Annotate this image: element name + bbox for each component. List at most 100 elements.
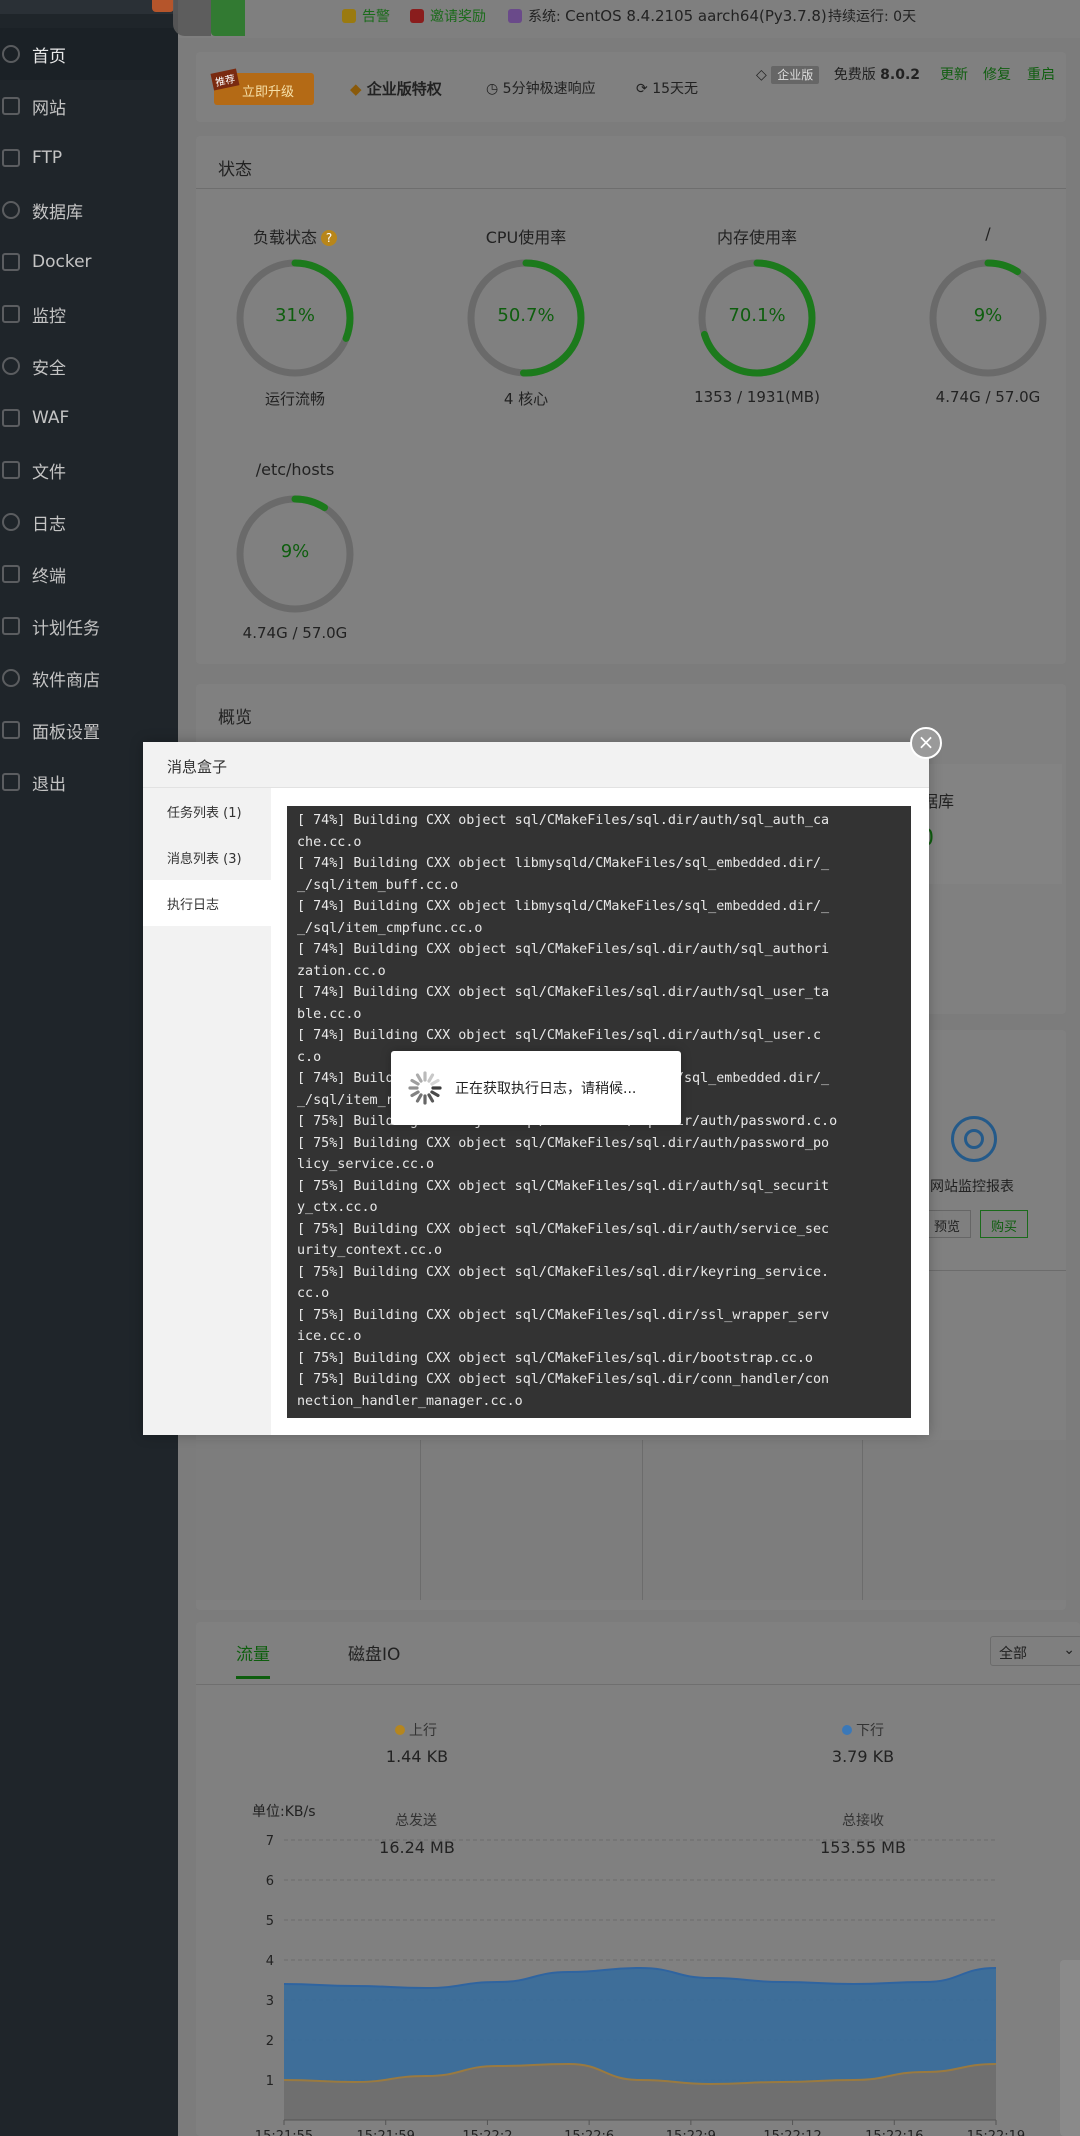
ftp-icon	[2, 149, 20, 167]
gauge-4[interactable]: /etc/hosts 9% 4.74G / 57.0G	[233, 460, 357, 642]
buy-button[interactable]: 购买	[980, 1210, 1028, 1238]
status-divider	[196, 188, 1066, 189]
log-line: licy_service.cc.o	[297, 1157, 435, 1172]
preview-button[interactable]: 预览	[925, 1210, 971, 1238]
folder-icon	[2, 461, 20, 479]
interface-select[interactable]: 全部 ⌄	[990, 1636, 1080, 1666]
sidebar-item-6[interactable]: 安全	[0, 340, 178, 392]
sidebar-item-label: WAF	[32, 408, 70, 428]
sidebar-item-5[interactable]: 监控	[0, 288, 178, 340]
x-tick-label: 15:22:16	[865, 2129, 923, 2136]
enterprise-feature-1: ◷ 5分钟极速响应	[486, 81, 596, 97]
tab-traffic[interactable]: 流量	[236, 1640, 270, 1665]
help-icon[interactable]: ?	[321, 230, 337, 246]
sidebar-item-label: 终端	[32, 566, 66, 587]
sidebar-item-label: 软件商店	[32, 670, 100, 691]
y-tick-label: 6	[266, 1874, 274, 1889]
sidebar-item-label: Docker	[32, 252, 92, 272]
log-line: [ 74%] Building CXX object sql/CMakeFile…	[297, 985, 830, 1000]
spinner-icon	[408, 1071, 442, 1105]
sidebar-item-11[interactable]: 计划任务	[0, 600, 178, 652]
gauge-3[interactable]: / 9% 4.74G / 57.0G	[926, 224, 1050, 406]
database-icon	[2, 201, 20, 219]
sidebar-item-10[interactable]: 终端	[0, 548, 178, 600]
log-line: [ 74%] Building CXX object sql/CMakeFile…	[297, 1028, 822, 1043]
y-tick-label: 3	[266, 1994, 274, 2009]
dialog-close-button[interactable]: ×	[910, 727, 942, 759]
uptime: 持续运行: 0天	[828, 9, 917, 25]
logout-icon	[2, 773, 20, 791]
restart-link[interactable]: 重启	[1027, 64, 1055, 84]
alert-link[interactable]: 告警	[342, 6, 390, 26]
tab-disk-io[interactable]: 磁盘IO	[348, 1640, 400, 1665]
log-icon	[2, 513, 20, 531]
log-line: nection_handler_manager.cc.o	[297, 1393, 523, 1409]
sidebar-item-1[interactable]: 网站	[0, 80, 178, 132]
sidebar-item-label: 数据库	[32, 202, 83, 223]
upload-dot-icon	[395, 1725, 405, 1735]
sidebar-item-8[interactable]: 文件	[0, 444, 178, 496]
gauge-label: /etc/hosts	[255, 460, 335, 479]
y-tick-label: 1	[266, 2074, 274, 2089]
software-grid-row	[196, 1440, 1066, 1600]
chart-unit-label: 单位:KB/s	[252, 1804, 316, 1820]
tab-execution-log[interactable]: 执行日志	[143, 880, 271, 926]
log-line: [ 75%] Building CXX object sql/CMakeFile…	[297, 1221, 830, 1237]
monitor-report-icon[interactable]	[951, 1116, 997, 1162]
sidebar-item-9[interactable]: 日志	[0, 496, 178, 548]
overview-title: 概览	[218, 708, 252, 728]
system-info: 系统: CentOS 8.4.2105 aarch64(Py3.7.8)	[508, 6, 827, 26]
grid-line	[862, 1440, 863, 1600]
x-tick-label: 15:22:6	[564, 2129, 614, 2136]
sidebar-item-4[interactable]: Docker	[0, 236, 178, 288]
spinner-spoke	[430, 1078, 440, 1086]
log-line: [ 74%] Building CXX object libmysqld/CMa…	[297, 899, 830, 914]
gauge-2[interactable]: 内存使用率 70.1% 1353 / 1931(MB)	[694, 228, 820, 406]
y-tick-label: 4	[266, 1954, 274, 1969]
log-line: [ 75%] Building CXX object sql/CMakeFile…	[297, 1178, 830, 1194]
sidebar-item-label: 首页	[32, 46, 66, 67]
gauge-sub: 1353 / 1931(MB)	[694, 388, 820, 406]
gauge-0[interactable]: 负载状态? 31% 运行流畅	[233, 228, 357, 408]
sidebar-item-label: 日志	[32, 514, 66, 535]
sidebar-item-label: 安全	[32, 358, 66, 379]
spinner-spoke	[415, 1073, 423, 1083]
y-tick-label: 2	[266, 2034, 274, 2049]
dialog-title: 消息盒子	[167, 758, 228, 776]
floating-side-widget[interactable]	[1060, 1960, 1080, 2136]
spinner-spoke	[410, 1078, 420, 1086]
gauge-sub: 运行流畅	[264, 390, 325, 408]
tab-traffic-underline	[236, 1676, 270, 1679]
sidebar-item-7[interactable]: WAF	[0, 392, 178, 444]
diamond-icon: ◆	[350, 80, 362, 98]
upgrade-button[interactable]: 推荐 立即升级	[210, 68, 314, 105]
tab-task-list[interactable]: 任务列表 (1)	[143, 788, 271, 834]
invite-link[interactable]: 邀请奖励	[410, 6, 486, 26]
log-line: [ 75%] Building CXX object sql/CMakeFile…	[297, 1264, 830, 1280]
log-line: [ 75%] Building CXX object sql/CMakeFile…	[297, 1350, 813, 1366]
log-line: _/sql/item_cmpfunc.cc.o	[297, 920, 483, 936]
loading-toast: 正在获取执行日志，请稍候...	[391, 1051, 681, 1125]
traffic-chart: 单位:KB/s 1 2 3 4 5 6 7 15:21:55 15:21:59 15:22:2 15:…	[252, 1804, 1025, 2136]
log-line: [ 75%] Building CXX object sql/CMakeFile…	[297, 1372, 830, 1387]
gauge-value: 50.7%	[497, 305, 555, 326]
sidebar-item-2[interactable]: FTP	[0, 132, 178, 184]
sidebar-item-3[interactable]: 数据库	[0, 184, 178, 236]
tab-message-list[interactable]: 消息列表 (3)	[143, 834, 271, 880]
gauge-sub: 4 核心	[503, 390, 549, 408]
sidebar-item-12[interactable]: 软件商店	[0, 652, 178, 704]
gauge-1[interactable]: CPU使用率 50.7% 4 核心	[464, 228, 588, 408]
spinner-spoke	[427, 1093, 435, 1103]
docker-icon	[2, 253, 20, 271]
enterprise-feature-2: ⟳ 15天无	[636, 81, 699, 97]
log-line: zation.cc.o	[297, 963, 386, 979]
sidebar-item-0[interactable]: 首页	[0, 28, 178, 80]
enterprise-feature-title[interactable]: ◆ 企业版特权	[350, 78, 442, 99]
x-tick-label: 15:22:9	[666, 2129, 716, 2136]
dialog-tab-list: 任务列表 (1) 消息列表 (3) 执行日志	[143, 788, 271, 1435]
repair-link[interactable]: 修复	[983, 64, 1011, 84]
update-link[interactable]: 更新	[940, 64, 968, 84]
upload-label: 上行	[346, 1720, 486, 1740]
gauge-sub: 4.74G / 57.0G	[935, 388, 1041, 406]
spinner-spoke	[410, 1090, 420, 1098]
